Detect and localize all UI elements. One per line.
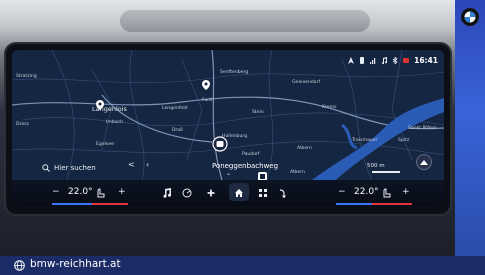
photo-scene: Stratzing Senftenberg Gneixendorf Furth …: [0, 0, 485, 275]
right-temperature[interactable]: 22.0°: [354, 187, 379, 197]
left-temp-decrease-button[interactable]: −: [52, 187, 60, 197]
clock: 16:41: [414, 55, 438, 65]
temp-indicator-warm: [92, 203, 128, 205]
compass-icon[interactable]: [416, 154, 432, 170]
temp-indicator-cold: [52, 203, 92, 205]
collapse-left-icon[interactable]: <: [128, 160, 135, 169]
map-scale-bar: [372, 171, 400, 173]
idrive-display: Stratzing Senftenberg Gneixendorf Furth …: [12, 50, 444, 206]
bluetooth-icon: [392, 56, 398, 64]
expand-left-icon[interactable]: ‹: [146, 160, 149, 169]
fan-icon[interactable]: [206, 188, 216, 198]
bmw-logo-icon: [461, 8, 479, 26]
temp-indicator-cold: [336, 203, 372, 205]
driving-assist-icon[interactable]: [182, 188, 192, 198]
apps-grid-icon[interactable]: [258, 188, 268, 198]
map-place-label: Paudorf: [242, 152, 260, 157]
map-place-label: Sankt Pölten: [408, 126, 437, 131]
map-search-field[interactable]: Hier suchen: [42, 162, 142, 174]
map-scale-label: 500 m: [367, 163, 385, 169]
current-street: Poneggenbachweg: [211, 162, 279, 170]
phone-icon: [360, 56, 365, 64]
map-place-label: Lengenfeld: [162, 106, 188, 111]
search-icon: [42, 164, 50, 172]
air-vent: [120, 10, 370, 32]
map-place-label: Gneixendorf: [292, 80, 321, 85]
right-temp-decrease-button[interactable]: −: [338, 187, 346, 197]
seat-heating-right-icon[interactable]: [382, 188, 392, 198]
map-place-label: Stein: [252, 110, 264, 115]
dealer-url[interactable]: bmw-reichhart.at: [30, 258, 121, 270]
home-icon[interactable]: [234, 188, 244, 198]
chevron-down-icon[interactable]: ⌄: [226, 170, 231, 177]
record-icon: [403, 57, 410, 63]
map-place-label: Albern: [297, 146, 312, 151]
navigation-arrow-icon: [348, 56, 355, 64]
map-place-label: Droß: [172, 128, 184, 133]
map-place-label: Traismauer: [352, 138, 378, 143]
map-place-label: Senftenberg: [220, 70, 249, 75]
search-placeholder: Hier suchen: [54, 164, 96, 172]
map-place-label: Imbach: [106, 120, 123, 125]
left-temp-increase-button[interactable]: +: [118, 187, 126, 197]
map-place-label: Stratzing: [16, 74, 37, 79]
map-place-label: Krems: [322, 105, 337, 110]
media-icon[interactable]: [162, 188, 172, 198]
map-place-label: Spitz: [398, 138, 410, 143]
signal-icon: [370, 57, 376, 64]
brand-side-strip: [455, 0, 485, 275]
globe-icon: [14, 260, 25, 271]
seat-heating-icon[interactable]: [96, 188, 106, 198]
left-temperature[interactable]: 22.0°: [68, 187, 93, 197]
map-pin-icon[interactable]: [202, 80, 210, 90]
navigation-icon[interactable]: [278, 188, 288, 198]
map-pin-icon[interactable]: [96, 100, 104, 110]
status-bar: 16:41: [348, 54, 438, 66]
right-temp-increase-button[interactable]: +: [402, 187, 410, 197]
map-place-label: Egelsee: [96, 142, 114, 147]
map-place-label: Furth: [202, 98, 214, 103]
vehicle-position-icon: [212, 136, 228, 152]
temp-indicator-warm: [372, 203, 412, 205]
music-note-icon: [382, 56, 388, 64]
map-place-label: Dross: [16, 122, 29, 127]
